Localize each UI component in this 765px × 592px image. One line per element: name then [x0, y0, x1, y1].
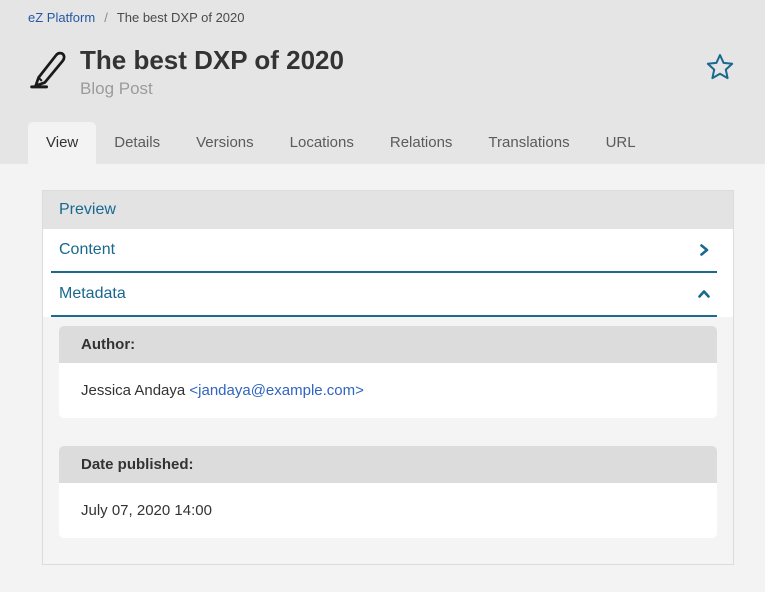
tab-view[interactable]: View: [28, 122, 96, 164]
metadata-expanded-area: Author: Jessica Andaya <jandaya@example.…: [43, 317, 733, 565]
preview-panel: Preview Content Metadata Author: Jessica…: [42, 190, 734, 565]
date-published-label: Date published:: [59, 446, 717, 483]
content-type-label: Blog Post: [80, 79, 344, 99]
tab-translations[interactable]: Translations: [470, 122, 587, 164]
tab-versions[interactable]: Versions: [178, 122, 272, 164]
page-header: eZ Platform / The best DXP of 2020 The b…: [0, 0, 765, 99]
metadata-accordion-toggle[interactable]: Metadata: [51, 273, 717, 317]
star-bookmark-icon[interactable]: [705, 52, 735, 82]
title-row: The best DXP of 2020 Blog Post: [28, 46, 737, 99]
preview-title: Preview: [59, 201, 116, 219]
tab-details[interactable]: Details: [96, 122, 178, 164]
date-published-value: July 07, 2020 14:00: [59, 483, 717, 538]
tab-content-area: Preview Content Metadata Author: Jessica…: [0, 164, 765, 592]
content-accordion-toggle[interactable]: Content: [51, 229, 717, 273]
breadcrumb-separator: /: [104, 10, 108, 25]
tab-bar: View Details Versions Locations Relation…: [0, 122, 765, 164]
metadata-accordion-label: Metadata: [59, 285, 126, 303]
page-title: The best DXP of 2020: [80, 46, 344, 76]
breadcrumb: eZ Platform / The best DXP of 2020: [28, 10, 737, 25]
breadcrumb-current: The best DXP of 2020: [117, 10, 245, 25]
breadcrumb-root-link[interactable]: eZ Platform: [28, 10, 95, 25]
author-email-link[interactable]: <jandaya@example.com>: [189, 382, 364, 399]
preview-section-header: Preview: [43, 191, 733, 229]
author-field-value: Jessica Andaya <jandaya@example.com>: [59, 363, 717, 418]
content-accordion-label: Content: [59, 241, 115, 259]
tab-locations[interactable]: Locations: [272, 122, 372, 164]
chevron-right-icon: [697, 243, 711, 257]
title-block: The best DXP of 2020 Blog Post: [80, 46, 344, 99]
chevron-up-icon: [697, 287, 711, 301]
author-name: Jessica Andaya: [81, 382, 189, 399]
author-field-label: Author:: [59, 326, 717, 363]
tab-url[interactable]: URL: [588, 122, 654, 164]
date-published-field: Date published: July 07, 2020 14:00: [59, 446, 717, 538]
tab-relations[interactable]: Relations: [372, 122, 471, 164]
author-field: Author: Jessica Andaya <jandaya@example.…: [59, 326, 717, 418]
pen-blog-post-icon: [28, 48, 70, 90]
